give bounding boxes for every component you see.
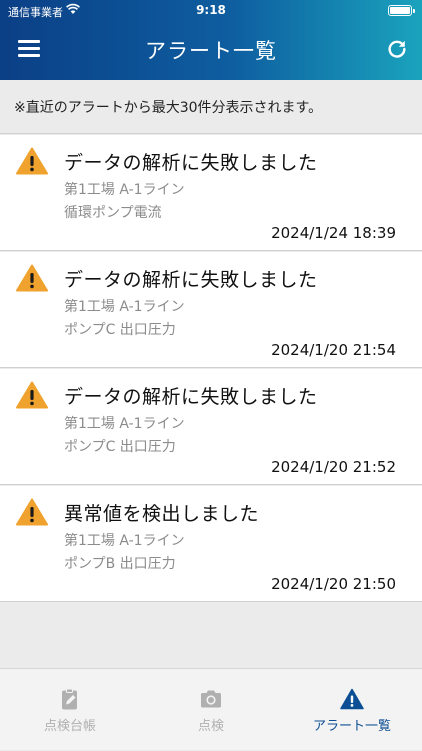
warning-icon — [16, 498, 48, 526]
alert-detail: ポンプB 出口圧力 — [64, 556, 176, 572]
alert-time: 2024/1/20 21:54 — [271, 341, 396, 359]
alert-location: 第1工場 A-1ライン — [64, 182, 185, 198]
alert-time: 2024/1/24 18:39 — [271, 224, 396, 242]
alert-time: 2024/1/20 21:50 — [271, 575, 396, 593]
alert-title: データの解析に失敗しました — [64, 269, 318, 291]
alert-time: 2024/1/20 21:52 — [271, 458, 396, 476]
warning-icon — [16, 381, 48, 409]
alert-detail: ポンプC 出口圧力 — [64, 439, 176, 455]
battery-icon — [388, 5, 415, 16]
tab-label: 点検台帳 — [43, 719, 96, 734]
status-time: 9:18 — [196, 3, 226, 17]
alert-location: 第1工場 A-1ライン — [64, 533, 185, 549]
status-bar: 通信事業者 9:18 — [0, 0, 422, 22]
tab-inspection[interactable]: 点検 — [141, 669, 281, 751]
refresh-icon[interactable] — [386, 38, 408, 60]
camera-icon — [201, 690, 221, 708]
alert-item[interactable]: データの解析に失敗しました 第1工場 A-1ライン 循環ポンプ電流 2024/1… — [0, 135, 422, 251]
tab-alert-list[interactable]: アラート一覧 — [282, 669, 422, 751]
app-header: 通信事業者 9:18 アラート一覧 — [0, 0, 422, 80]
alert-title: データの解析に失敗しました — [64, 386, 318, 408]
alert-list: データの解析に失敗しました 第1工場 A-1ライン 循環ポンプ電流 2024/1… — [0, 135, 422, 602]
alert-item[interactable]: データの解析に失敗しました 第1工場 A-1ライン ポンプC 出口圧力 2024… — [0, 252, 422, 368]
tab-label: 点検 — [197, 719, 224, 734]
alert-location: 第1工場 A-1ライン — [64, 416, 185, 432]
page-title: アラート一覧 — [145, 39, 277, 63]
warning-icon — [16, 264, 48, 292]
warning-icon — [16, 147, 48, 175]
alert-title: データの解析に失敗しました — [64, 152, 318, 174]
notice-banner: ※直近のアラートから最大30件分表示されます。 — [0, 80, 422, 134]
alert-detail: 循環ポンプ電流 — [64, 205, 162, 221]
tab-inspection-ledger[interactable]: 点検台帳 — [0, 669, 140, 751]
alert-location: 第1工場 A-1ライン — [64, 299, 185, 315]
alert-item[interactable]: 異常値を検出しました 第1工場 A-1ライン ポンプB 出口圧力 2024/1/… — [0, 486, 422, 602]
alert-detail: ポンプC 出口圧力 — [64, 322, 176, 338]
alert-title: 異常値を検出しました — [64, 503, 260, 525]
tab-bar: 点検台帳 点検 アラート一覧 — [0, 668, 422, 750]
tab-label: アラート一覧 — [312, 719, 391, 734]
warning-icon — [340, 688, 364, 710]
clipboard-edit-icon — [62, 688, 77, 710]
alert-item[interactable]: データの解析に失敗しました 第1工場 A-1ライン ポンプC 出口圧力 2024… — [0, 369, 422, 485]
